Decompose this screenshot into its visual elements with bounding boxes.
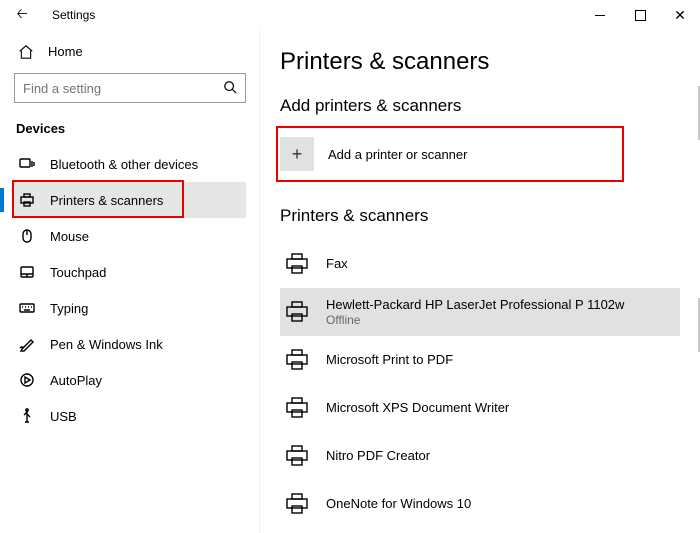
usb-icon: [18, 408, 36, 424]
printer-icon: [18, 192, 36, 208]
printer-icon: [282, 396, 312, 420]
device-row[interactable]: Microsoft Print to PDF: [280, 336, 680, 384]
search-icon: [223, 80, 237, 97]
sidebar-item-label: USB: [50, 409, 77, 424]
mouse-icon: [18, 228, 36, 244]
add-printer-row[interactable]: + Add a printer or scanner: [280, 130, 620, 178]
search-input[interactable]: [23, 81, 223, 96]
autoplay-icon: [18, 372, 36, 388]
printer-icon: [282, 492, 312, 516]
printer-icon: [282, 348, 312, 372]
device-row[interactable]: Microsoft XPS Document Writer: [280, 384, 680, 432]
sidebar-item-pen[interactable]: Pen & Windows Ink: [14, 326, 246, 362]
search-box[interactable]: [14, 73, 246, 103]
device-name: Nitro PDF Creator: [326, 448, 430, 464]
device-row[interactable]: OneNote for Windows 10: [280, 480, 680, 528]
device-name: Fax: [326, 256, 348, 272]
keyboard-icon: [18, 300, 36, 316]
maximize-button[interactable]: [620, 0, 660, 30]
sidebar-item-touchpad[interactable]: Touchpad: [14, 254, 246, 290]
home-icon: [18, 45, 34, 59]
list-section-title: Printers & scanners: [280, 206, 680, 226]
plus-icon: +: [280, 137, 314, 171]
sidebar-item-label: AutoPlay: [50, 373, 102, 388]
sidebar-item-label: Touchpad: [50, 265, 106, 280]
device-name: Microsoft Print to PDF: [326, 352, 453, 368]
back-button[interactable]: 🡠: [12, 3, 32, 27]
window-title: Settings: [52, 8, 95, 22]
sidebar-item-bluetooth[interactable]: Bluetooth & other devices: [14, 146, 246, 182]
device-row[interactable]: Nitro PDF Creator: [280, 432, 680, 480]
page-title: Printers & scanners: [280, 48, 680, 76]
touchpad-icon: [18, 264, 36, 280]
sidebar-item-label: Printers & scanners: [50, 193, 163, 208]
sidebar-item-autoplay[interactable]: AutoPlay: [14, 362, 246, 398]
window-controls: ✕: [580, 0, 700, 30]
device-name: Microsoft XPS Document Writer: [326, 400, 509, 416]
bluetooth-icon: [18, 156, 36, 172]
sidebar-item-label: Pen & Windows Ink: [50, 337, 163, 352]
minimize-button[interactable]: [580, 0, 620, 30]
sidebar-item-label: Mouse: [50, 229, 89, 244]
home-label: Home: [48, 44, 83, 59]
sidebar-item-printers[interactable]: Printers & scanners: [14, 182, 246, 218]
pen-icon: [18, 336, 36, 352]
sidebar-item-label: Bluetooth & other devices: [50, 157, 198, 172]
close-button[interactable]: ✕: [660, 0, 700, 30]
add-section-title: Add printers & scanners: [280, 96, 680, 116]
sidebar-item-mouse[interactable]: Mouse: [14, 218, 246, 254]
device-row[interactable]: Send To OneNote 16: [280, 528, 680, 533]
device-row[interactable]: Fax: [280, 240, 680, 288]
sidebar: Home Devices Bluetooth & other devices P…: [0, 30, 260, 533]
device-status: Offline: [326, 313, 624, 327]
titlebar: 🡠 Settings ✕: [0, 0, 700, 30]
content-area: Printers & scanners Add printers & scann…: [260, 30, 700, 533]
sidebar-item-typing[interactable]: Typing: [14, 290, 246, 326]
device-name: OneNote for Windows 10: [326, 496, 471, 512]
sidebar-item-label: Typing: [50, 301, 88, 316]
printer-icon: [282, 444, 312, 468]
add-printer-label: Add a printer or scanner: [328, 147, 467, 162]
home-link[interactable]: Home: [14, 40, 246, 73]
printer-icon: [282, 252, 312, 276]
sidebar-item-usb[interactable]: USB: [14, 398, 246, 434]
device-name: Hewlett-Packard HP LaserJet Professional…: [326, 297, 624, 313]
printer-icon: [282, 300, 312, 324]
sidebar-section: Devices: [16, 121, 246, 136]
device-row-selected[interactable]: Hewlett-Packard HP LaserJet Professional…: [280, 288, 680, 336]
